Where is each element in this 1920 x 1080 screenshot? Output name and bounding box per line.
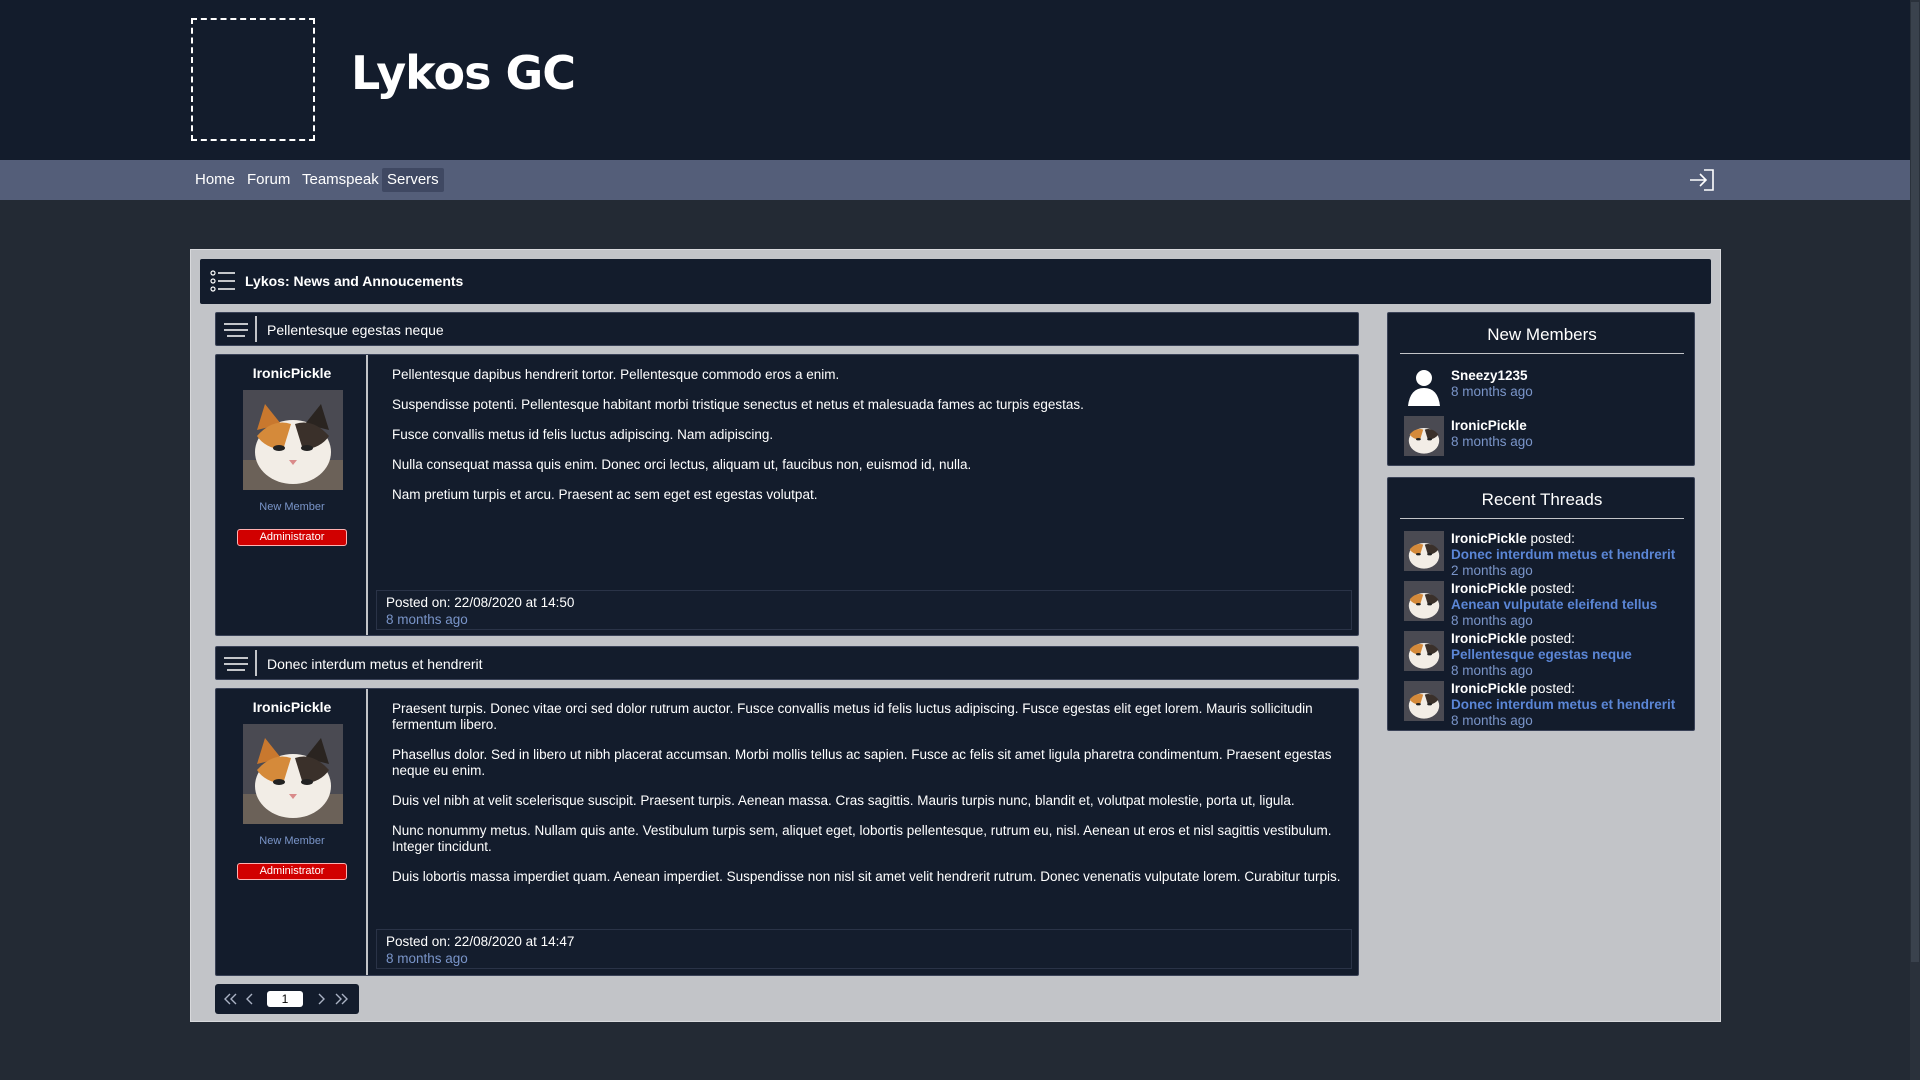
pagination: 1 [215, 984, 359, 1014]
recent-thread-author-line: IronicPickle posted: [1451, 581, 1575, 596]
post-footer: Posted on: 22/08/2020 at 14:47 8 months … [376, 929, 1352, 969]
menu-icon[interactable] [224, 656, 248, 672]
divider [255, 650, 257, 676]
last-page-icon[interactable] [333, 990, 351, 1008]
recent-thread-author[interactable]: IronicPickle [1451, 581, 1527, 596]
recent-thread-author-line: IronicPickle posted: [1451, 681, 1575, 696]
list-icon [210, 270, 235, 292]
post-paragraph: Phasellus dolor. Sed in libero ut nibh p… [392, 747, 1332, 778]
forum-title: Lykos: News and Annoucements [245, 273, 464, 289]
login-icon[interactable] [1688, 168, 1716, 192]
author-name[interactable]: IronicPickle [216, 365, 368, 381]
post-paragraph: Nam pretium turpis et arcu. Praesent ac … [392, 487, 818, 502]
posted-label: posted: [1526, 681, 1575, 696]
first-page-icon[interactable] [221, 990, 239, 1008]
thread-title[interactable]: Pellentesque egestas neque [267, 322, 444, 338]
thread-header[interactable]: Donec interdum metus et hendrerit [215, 646, 1359, 680]
new-members-widget: New Members Sneezy1235 8 months ago Iron… [1387, 312, 1695, 466]
member-joined: 8 months ago [1451, 434, 1533, 449]
cat-avatar[interactable] [1404, 681, 1444, 721]
post: IronicPickle New Member Administrator Pe… [215, 354, 1359, 636]
author-name[interactable]: IronicPickle [216, 699, 368, 715]
default-user-icon[interactable] [1404, 366, 1444, 406]
cat-avatar[interactable] [243, 390, 343, 490]
author-role: New Member [259, 501, 325, 513]
cat-avatar[interactable] [1404, 416, 1444, 456]
administrator-badge: Administrator [237, 863, 347, 880]
nav-item-home[interactable]: Home [190, 168, 240, 192]
post-paragraph: Praesent turpis. Donec vitae orci sed do… [392, 701, 1313, 732]
recent-thread-author-line: IronicPickle posted: [1451, 631, 1575, 646]
posted-on: Posted on: 22/08/2020 at 14:47 [386, 934, 575, 949]
post: IronicPickle New Member Administrator Pr… [215, 688, 1359, 976]
post-paragraph: Suspendisse potenti. Pellentesque habita… [392, 397, 1084, 412]
cat-avatar[interactable] [1404, 631, 1444, 671]
posted-on: Posted on: 22/08/2020 at 14:50 [386, 595, 575, 610]
recent-thread-ago: 2 months ago [1451, 563, 1533, 578]
posted-ago: 8 months ago [386, 612, 468, 627]
recent-thread-ago: 8 months ago [1451, 713, 1533, 728]
member-item[interactable]: IronicPickle 8 months ago [1404, 416, 1684, 456]
recent-thread-item[interactable]: IronicPickle posted: Donec interdum metu… [1404, 531, 1694, 579]
recent-thread-item[interactable]: IronicPickle posted: Aenean vulputate el… [1404, 581, 1694, 629]
cat-avatar[interactable] [1404, 581, 1444, 621]
post-paragraph: Fusce convallis metus id felis luctus ad… [392, 427, 774, 442]
post-footer: Posted on: 22/08/2020 at 14:50 8 months … [376, 590, 1352, 630]
recent-thread-link[interactable]: Pellentesque egestas neque [1451, 647, 1632, 662]
site-title[interactable]: Lykos GC [351, 46, 576, 100]
recent-thread-author[interactable]: IronicPickle [1451, 631, 1527, 646]
post-paragraph: Nunc nonummy metus. Nullam quis ante. Ve… [392, 823, 1332, 854]
menu-icon[interactable] [224, 322, 248, 338]
post-body: Praesent turpis. Donec vitae orci sed do… [392, 701, 1342, 899]
posted-ago: 8 months ago [386, 951, 468, 966]
author-column: IronicPickle New Member Administrator [216, 689, 368, 975]
posted-label: posted: [1526, 631, 1575, 646]
member-item[interactable]: Sneezy1235 8 months ago [1404, 366, 1684, 406]
next-page-icon[interactable] [312, 990, 330, 1008]
cat-avatar[interactable] [243, 724, 343, 824]
thread-header[interactable]: Pellentesque egestas neque [215, 312, 1359, 346]
post-paragraph: Nulla consequat massa quis enim. Donec o… [392, 457, 972, 472]
post-paragraph: Duis vel nibh at velit scelerisque susci… [392, 793, 1295, 808]
member-name[interactable]: IronicPickle [1451, 418, 1527, 433]
divider [255, 316, 257, 342]
member-name[interactable]: Sneezy1235 [1451, 368, 1528, 383]
forum-header: Lykos: News and Annoucements [200, 259, 1711, 304]
post-body: Pellentesque dapibus hendrerit tortor. P… [392, 367, 1342, 517]
recent-thread-link[interactable]: Aenean vulputate eleifend tellus [1451, 597, 1657, 612]
posted-label: posted: [1526, 581, 1575, 596]
recent-thread-author-line: IronicPickle posted: [1451, 531, 1575, 546]
recent-thread-link[interactable]: Donec interdum metus et hendrerit [1451, 547, 1675, 562]
prev-page-icon[interactable] [241, 990, 259, 1008]
recent-thread-item[interactable]: IronicPickle posted: Donec interdum metu… [1404, 681, 1694, 729]
author-role: New Member [259, 835, 325, 847]
widget-title: Recent Threads [1400, 490, 1684, 519]
recent-thread-ago: 8 months ago [1451, 613, 1533, 628]
recent-threads-widget: Recent Threads IronicPickle posted: Done… [1387, 477, 1695, 731]
recent-thread-author[interactable]: IronicPickle [1451, 531, 1527, 546]
main-nav: Home Forum Teamspeak Servers [0, 160, 1910, 200]
post-paragraph: Pellentesque dapibus hendrerit tortor. P… [392, 367, 840, 382]
recent-thread-ago: 8 months ago [1451, 663, 1533, 678]
author-column: IronicPickle New Member Administrator [216, 355, 368, 635]
scrollbar-thumb[interactable] [1911, 2, 1919, 962]
current-page[interactable]: 1 [267, 991, 303, 1007]
member-joined: 8 months ago [1451, 384, 1533, 399]
nav-item-teamspeak[interactable]: Teamspeak [297, 168, 384, 192]
posted-label: posted: [1526, 531, 1575, 546]
recent-thread-item[interactable]: IronicPickle posted: Pellentesque egesta… [1404, 631, 1694, 679]
recent-thread-link[interactable]: Donec interdum metus et hendrerit [1451, 697, 1675, 712]
nav-item-forum[interactable]: Forum [242, 168, 295, 192]
recent-thread-author[interactable]: IronicPickle [1451, 681, 1527, 696]
administrator-badge: Administrator [237, 529, 347, 546]
logo-placeholder[interactable] [191, 18, 315, 141]
widget-title: New Members [1400, 325, 1684, 354]
post-paragraph: Duis lobortis massa imperdiet quam. Aene… [392, 869, 1341, 884]
site-header: Lykos GC [0, 0, 1910, 160]
cat-avatar[interactable] [1404, 531, 1444, 571]
nav-item-servers[interactable]: Servers [382, 168, 444, 192]
thread-title[interactable]: Donec interdum metus et hendrerit [267, 656, 483, 672]
